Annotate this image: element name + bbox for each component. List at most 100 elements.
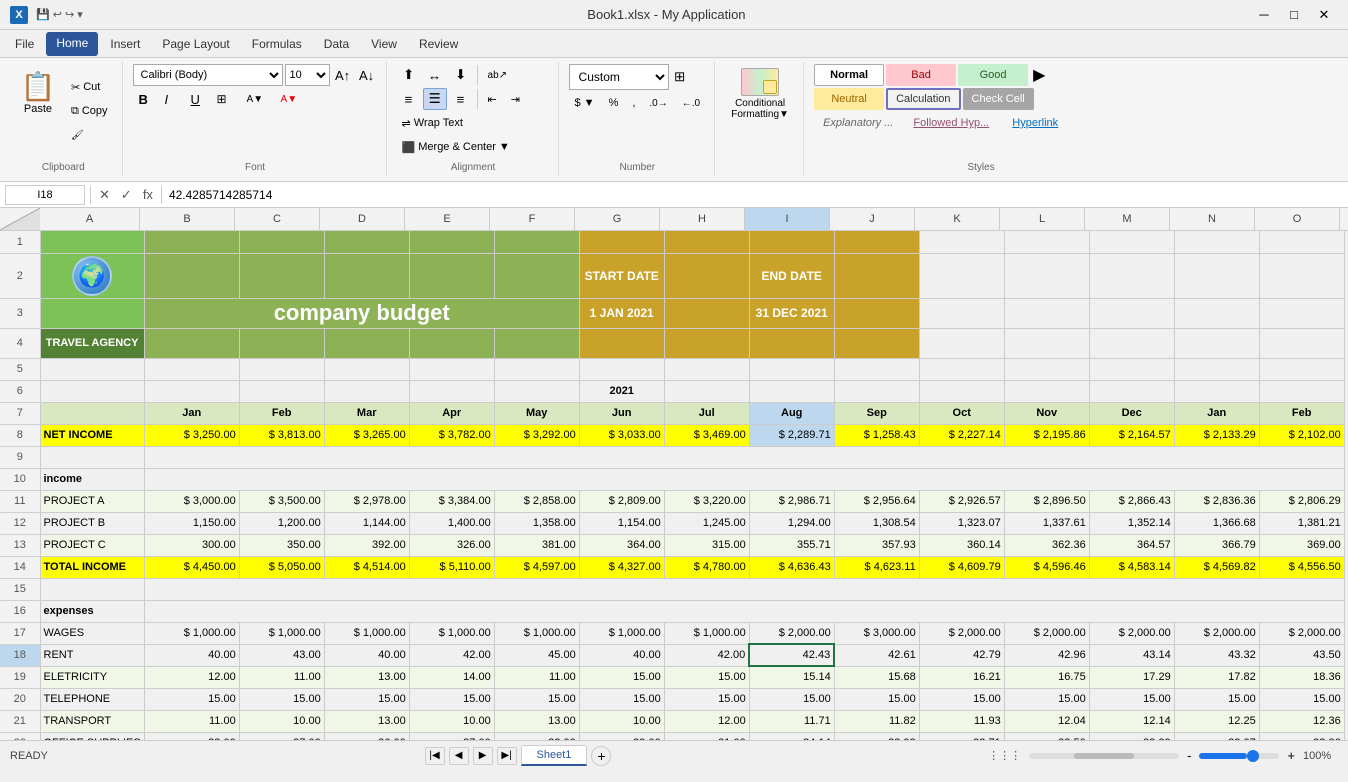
cell-L4[interactable] <box>1004 328 1089 358</box>
add-sheet-btn[interactable]: + <box>591 746 611 766</box>
menu-data[interactable]: Data <box>314 33 359 55</box>
cell-F22[interactable]: 22.00 <box>494 732 579 740</box>
cell-J2[interactable] <box>834 253 919 298</box>
cell-E18[interactable]: 42.00 <box>409 644 494 666</box>
cell-O3[interactable] <box>1259 298 1344 328</box>
cell-H18[interactable]: 42.00 <box>664 644 749 666</box>
cell-K17[interactable]: $ 2,000.00 <box>919 622 1004 644</box>
copy-button[interactable]: ⧉ Copy <box>65 100 114 122</box>
cell-D2[interactable] <box>324 253 409 298</box>
cell-C8[interactable]: $ 3,813.00 <box>239 424 324 446</box>
cell-O17[interactable]: $ 2,000.00 <box>1259 622 1344 644</box>
cell-D4[interactable] <box>324 328 409 358</box>
cell-J6[interactable] <box>834 380 919 402</box>
cell-K21[interactable]: 11.93 <box>919 710 1004 732</box>
cell-I13[interactable]: 355.71 <box>749 534 834 556</box>
conditional-formatting-btn[interactable]: ConditionalFormatting▼ <box>725 64 795 124</box>
cell-A8[interactable]: NET INCOME <box>40 424 144 446</box>
cell-E12[interactable]: 1,400.00 <box>409 512 494 534</box>
cell-B21[interactable]: 11.00 <box>144 710 239 732</box>
cell-N11[interactable]: $ 2,836.36 <box>1174 490 1259 512</box>
cell-E14[interactable]: $ 5,110.00 <box>409 556 494 578</box>
cell-N8[interactable]: $ 2,133.29 <box>1174 424 1259 446</box>
merge-center-button[interactable]: ⬛ Merge & Center ▼ <box>397 136 537 158</box>
cell-G7[interactable]: Jun <box>579 402 664 424</box>
font-color-button[interactable]: A▼ <box>275 88 307 110</box>
cell-H12[interactable]: 1,245.00 <box>664 512 749 534</box>
cell-M11[interactable]: $ 2,866.43 <box>1089 490 1174 512</box>
menu-insert[interactable]: Insert <box>100 33 150 55</box>
cell-A14[interactable]: TOTAL INCOME <box>40 556 144 578</box>
cell-G17[interactable]: $ 1,000.00 <box>579 622 664 644</box>
cell-D20[interactable]: 15.00 <box>324 688 409 710</box>
cell-D5[interactable] <box>324 358 409 380</box>
cell-B1[interactable] <box>144 231 239 253</box>
cell-E17[interactable]: $ 1,000.00 <box>409 622 494 644</box>
col-header-D[interactable]: D <box>320 208 405 230</box>
cell-O7[interactable]: Feb <box>1259 402 1344 424</box>
cell-L22[interactable]: 23.50 <box>1004 732 1089 740</box>
menu-page-layout[interactable]: Page Layout <box>152 33 239 55</box>
align-center-btn[interactable]: ☰ <box>423 88 447 110</box>
cell-A3[interactable] <box>40 298 144 328</box>
cell-B4[interactable] <box>144 328 239 358</box>
cell-D11[interactable]: $ 2,978.00 <box>324 490 409 512</box>
col-header-B[interactable]: B <box>140 208 235 230</box>
cell-G22[interactable]: 29.00 <box>579 732 664 740</box>
cell-D13[interactable]: 392.00 <box>324 534 409 556</box>
col-header-J[interactable]: J <box>830 208 915 230</box>
cell-B16[interactable] <box>144 600 1344 622</box>
cell-E11[interactable]: $ 3,384.00 <box>409 490 494 512</box>
cell-G13[interactable]: 364.00 <box>579 534 664 556</box>
cell-B3-merged[interactable]: company budget <box>144 298 579 328</box>
cell-I19[interactable]: 15.14 <box>749 666 834 688</box>
cell-G21[interactable]: 10.00 <box>579 710 664 732</box>
cell-I5[interactable] <box>749 358 834 380</box>
cell-E6[interactable] <box>409 380 494 402</box>
cell-L8[interactable]: $ 2,195.86 <box>1004 424 1089 446</box>
cell-M19[interactable]: 17.29 <box>1089 666 1174 688</box>
cell-B8[interactable]: $ 3,250.00 <box>144 424 239 446</box>
cell-D12[interactable]: 1,144.00 <box>324 512 409 534</box>
style-normal[interactable]: Normal <box>814 64 884 86</box>
zoom-in-btn[interactable]: + <box>1287 748 1295 763</box>
col-header-L[interactable]: L <box>1000 208 1085 230</box>
cell-C12[interactable]: 1,200.00 <box>239 512 324 534</box>
format-painter-button[interactable]: 🖌 <box>65 124 114 146</box>
cell-C20[interactable]: 15.00 <box>239 688 324 710</box>
col-header-E[interactable]: E <box>405 208 490 230</box>
cell-B7[interactable]: Jan <box>144 402 239 424</box>
cell-B5[interactable] <box>144 358 239 380</box>
bold-button[interactable]: B <box>133 88 157 110</box>
cell-A9[interactable] <box>40 446 144 468</box>
col-header-A[interactable]: A <box>40 208 140 230</box>
menu-formulas[interactable]: Formulas <box>242 33 312 55</box>
col-header-F[interactable]: F <box>490 208 575 230</box>
cell-L7[interactable]: Nov <box>1004 402 1089 424</box>
cell-L19[interactable]: 16.75 <box>1004 666 1089 688</box>
cell-C4[interactable] <box>239 328 324 358</box>
cell-C7[interactable]: Feb <box>239 402 324 424</box>
styles-expand-btn[interactable]: ▶ <box>1030 64 1048 86</box>
cell-F2[interactable] <box>494 253 579 298</box>
cell-K2[interactable] <box>919 253 1004 298</box>
font-name-dropdown[interactable]: Calibri (Body) <box>133 64 283 86</box>
cell-G3[interactable]: 1 JAN 2021 <box>579 298 664 328</box>
cell-D7[interactable]: Mar <box>324 402 409 424</box>
cell-F13[interactable]: 381.00 <box>494 534 579 556</box>
cell-N7[interactable]: Jan <box>1174 402 1259 424</box>
cell-J19[interactable]: 15.68 <box>834 666 919 688</box>
cell-H21[interactable]: 12.00 <box>664 710 749 732</box>
cell-C17[interactable]: $ 1,000.00 <box>239 622 324 644</box>
cell-A20[interactable]: TELEPHONE <box>40 688 144 710</box>
cell-A16[interactable]: expenses <box>40 600 144 622</box>
cell-F7[interactable]: May <box>494 402 579 424</box>
cell-H4[interactable] <box>664 328 749 358</box>
number-format-dropdown[interactable]: Custom General Number Currency <box>569 64 669 90</box>
cell-M5[interactable] <box>1089 358 1174 380</box>
confirm-formula-btn[interactable]: ✓ <box>118 187 135 203</box>
cell-B9[interactable] <box>144 446 1344 468</box>
cell-N5[interactable] <box>1174 358 1259 380</box>
cell-A6[interactable] <box>40 380 144 402</box>
style-check-cell[interactable]: Check Cell <box>963 88 1034 110</box>
